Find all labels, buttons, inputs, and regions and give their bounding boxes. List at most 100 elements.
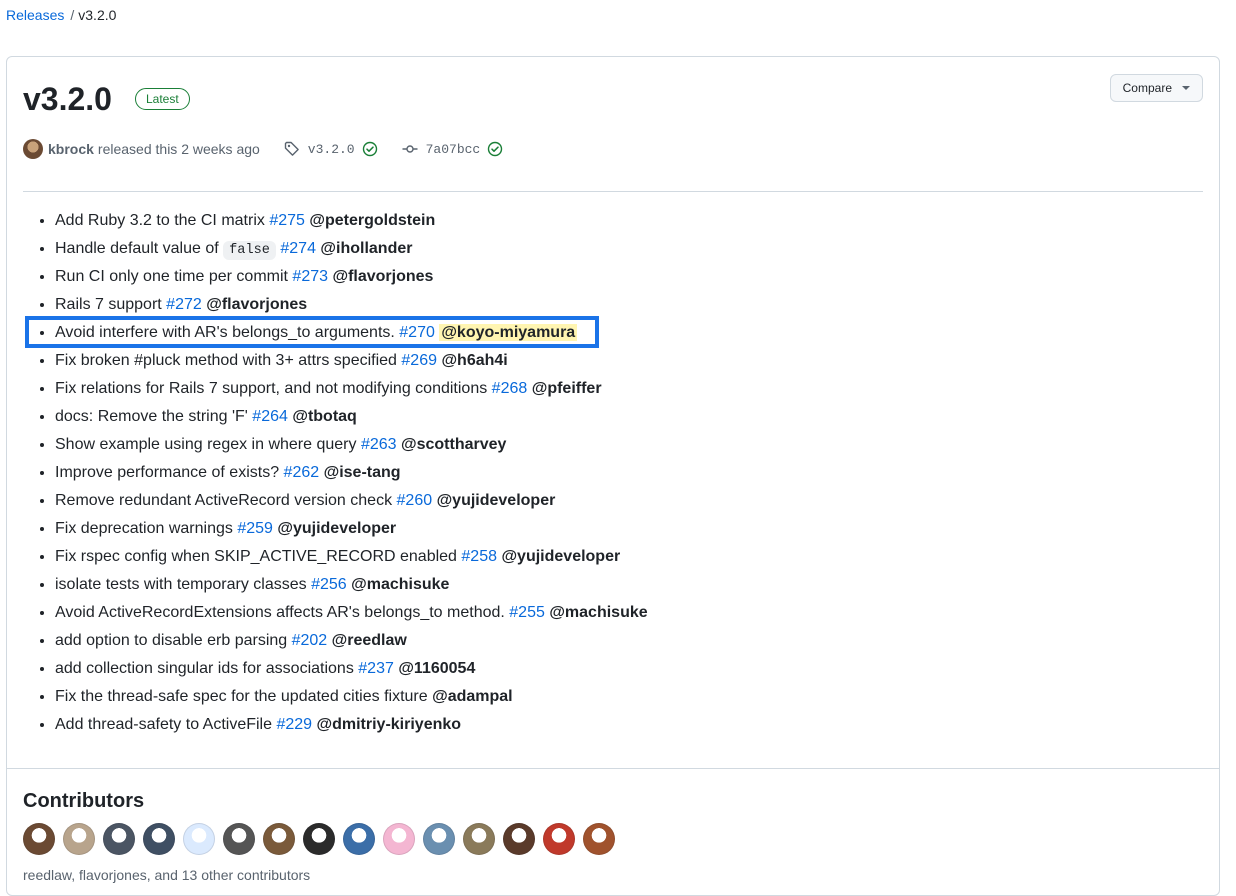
contributors-heading: Contributors	[23, 790, 145, 812]
pull-request-link[interactable]: #269	[401, 352, 437, 369]
release-note-item: Run CI only one time per commit #273 @fl…	[55, 263, 648, 291]
release-note-item: Fix the thread-safe spec for the updated…	[55, 683, 648, 711]
breadcrumb-releases-link[interactable]: Releases	[6, 7, 64, 23]
note-text: Add thread-safety to ActiveFile	[55, 716, 277, 733]
user-mention-link[interactable]: @yujideveloper	[277, 520, 396, 537]
contributor-avatar[interactable]	[583, 823, 615, 855]
release-note-item: Fix deprecation warnings #259 @yujidevel…	[55, 515, 648, 543]
contributor-avatar[interactable]	[223, 823, 255, 855]
note-text: Show example using regex in where query	[55, 436, 361, 453]
pull-request-link[interactable]: #237	[358, 660, 394, 677]
pull-request-link[interactable]: #229	[276, 716, 312, 733]
contributor-avatar[interactable]	[343, 823, 375, 855]
user-mention-link[interactable]: @petergoldstein	[309, 212, 435, 229]
release-note-item: isolate tests with temporary classes #25…	[55, 571, 648, 599]
tag-link[interactable]: v3.2.0	[308, 142, 355, 157]
user-mention-link[interactable]: @ise-tang	[324, 464, 401, 481]
author-avatar[interactable]	[23, 139, 43, 159]
released-text: released this 2 weeks ago	[97, 141, 260, 157]
user-mention-link[interactable]: @machisuke	[549, 604, 647, 621]
release-meta: kbrock released this 2 weeks ago v3.2.0 …	[23, 138, 503, 160]
release-note-item: Improve performance of exists? #262 @ise…	[55, 459, 648, 487]
pull-request-link[interactable]: #202	[292, 632, 328, 649]
pull-request-link[interactable]: #256	[311, 576, 347, 593]
pull-request-link[interactable]: #270	[399, 324, 435, 341]
contributor-avatars	[23, 823, 615, 855]
author-link[interactable]: kbrock	[48, 141, 94, 157]
pull-request-link[interactable]: #262	[284, 464, 320, 481]
user-mention-link[interactable]: @pfeiffer	[532, 380, 602, 397]
verified-check-icon[interactable]	[487, 141, 503, 157]
release-card: v3.2.0 Latest Compare kbrock released th…	[6, 56, 1220, 896]
release-note-item: Fix relations for Rails 7 support, and n…	[55, 375, 648, 403]
release-note-item: Add Ruby 3.2 to the CI matrix #275 @pete…	[55, 207, 648, 235]
contributor-avatar[interactable]	[303, 823, 335, 855]
commit-link[interactable]: 7a07bcc	[426, 142, 481, 157]
note-text: docs: Remove the string 'F'	[55, 408, 253, 425]
contributor-avatar[interactable]	[503, 823, 535, 855]
contributor-avatar[interactable]	[103, 823, 135, 855]
git-commit-icon	[402, 145, 418, 153]
note-text: Handle default value of	[55, 240, 224, 257]
contributor-avatar[interactable]	[143, 823, 175, 855]
note-text: Run CI only one time per commit	[55, 268, 293, 285]
user-mention-link[interactable]: @dmitriy-kiriyenko	[317, 716, 462, 733]
tag-icon	[284, 141, 299, 156]
user-mention-link[interactable]: @flavorjones	[206, 296, 307, 313]
note-text: Remove redundant ActiveRecord version ch…	[55, 492, 397, 509]
pull-request-link[interactable]: #274	[280, 240, 316, 257]
verified-check-icon[interactable]	[362, 141, 378, 157]
contributor-avatar[interactable]	[63, 823, 95, 855]
release-note-item: Fix broken #pluck method with 3+ attrs s…	[55, 347, 648, 375]
release-note-item: Remove redundant ActiveRecord version ch…	[55, 487, 648, 515]
divider	[23, 191, 1203, 192]
note-text: add collection singular ids for associat…	[55, 660, 359, 677]
contributor-avatar[interactable]	[263, 823, 295, 855]
note-text: Rails 7 support	[55, 296, 167, 313]
user-mention-link[interactable]: @adampal	[432, 688, 513, 705]
release-note-item: Avoid ActiveRecordExtensions affects AR'…	[55, 599, 648, 627]
contributor-avatar[interactable]	[463, 823, 495, 855]
pull-request-link[interactable]: #275	[269, 212, 305, 229]
note-text: add option to disable erb parsing	[55, 632, 292, 649]
note-text: isolate tests with temporary classes	[55, 576, 312, 593]
pull-request-link[interactable]: #273	[292, 268, 328, 285]
release-note-item: Add thread-safety to ActiveFile #229 @dm…	[55, 711, 648, 739]
breadcrumb: Releases / v3.2.0	[6, 5, 116, 25]
divider	[7, 768, 1219, 769]
pull-request-link[interactable]: #260	[397, 492, 433, 509]
user-mention-link[interactable]: @tbotaq	[292, 408, 356, 425]
contributor-avatar[interactable]	[383, 823, 415, 855]
user-mention-link[interactable]: @yujideveloper	[437, 492, 556, 509]
user-mention-link[interactable]: @reedlaw	[332, 632, 407, 649]
pull-request-link[interactable]: #264	[252, 408, 288, 425]
contributor-avatar[interactable]	[23, 823, 55, 855]
user-mention-link[interactable]: @yujideveloper	[501, 548, 620, 565]
pull-request-link[interactable]: #268	[492, 380, 528, 397]
user-mention-link[interactable]: @h6ah4i	[441, 352, 507, 369]
user-mention-link[interactable]: @1160054	[398, 660, 475, 677]
release-note-item: add option to disable erb parsing #202 @…	[55, 627, 648, 655]
release-note-item: Fix rspec config when SKIP_ACTIVE_RECORD…	[55, 543, 648, 571]
pull-request-link[interactable]: #263	[361, 436, 397, 453]
user-mention-link[interactable]: @ihollander	[320, 240, 412, 257]
contributor-avatar[interactable]	[543, 823, 575, 855]
contributor-avatar[interactable]	[423, 823, 455, 855]
pull-request-link[interactable]: #259	[237, 520, 273, 537]
chevron-down-icon	[1182, 86, 1190, 90]
compare-button[interactable]: Compare	[1109, 74, 1203, 102]
user-mention-link[interactable]: @scottharvey	[401, 436, 506, 453]
user-mention-link[interactable]: @koyo-miyamura	[439, 324, 578, 341]
user-mention-link[interactable]: @flavorjones	[332, 268, 433, 285]
release-note-item: Handle default value of false #274 @ihol…	[55, 235, 648, 263]
pull-request-link[interactable]: #258	[461, 548, 497, 565]
breadcrumb-current: v3.2.0	[78, 7, 117, 23]
contributor-avatar[interactable]	[183, 823, 215, 855]
release-note-item: Avoid interfere with AR's belongs_to arg…	[55, 319, 648, 347]
release-title[interactable]: v3.2.0	[23, 79, 112, 119]
pull-request-link[interactable]: #272	[166, 296, 202, 313]
release-note-item: add collection singular ids for associat…	[55, 655, 648, 683]
pull-request-link[interactable]: #255	[509, 604, 545, 621]
note-text: Fix relations for Rails 7 support, and n…	[55, 380, 492, 397]
user-mention-link[interactable]: @machisuke	[351, 576, 449, 593]
